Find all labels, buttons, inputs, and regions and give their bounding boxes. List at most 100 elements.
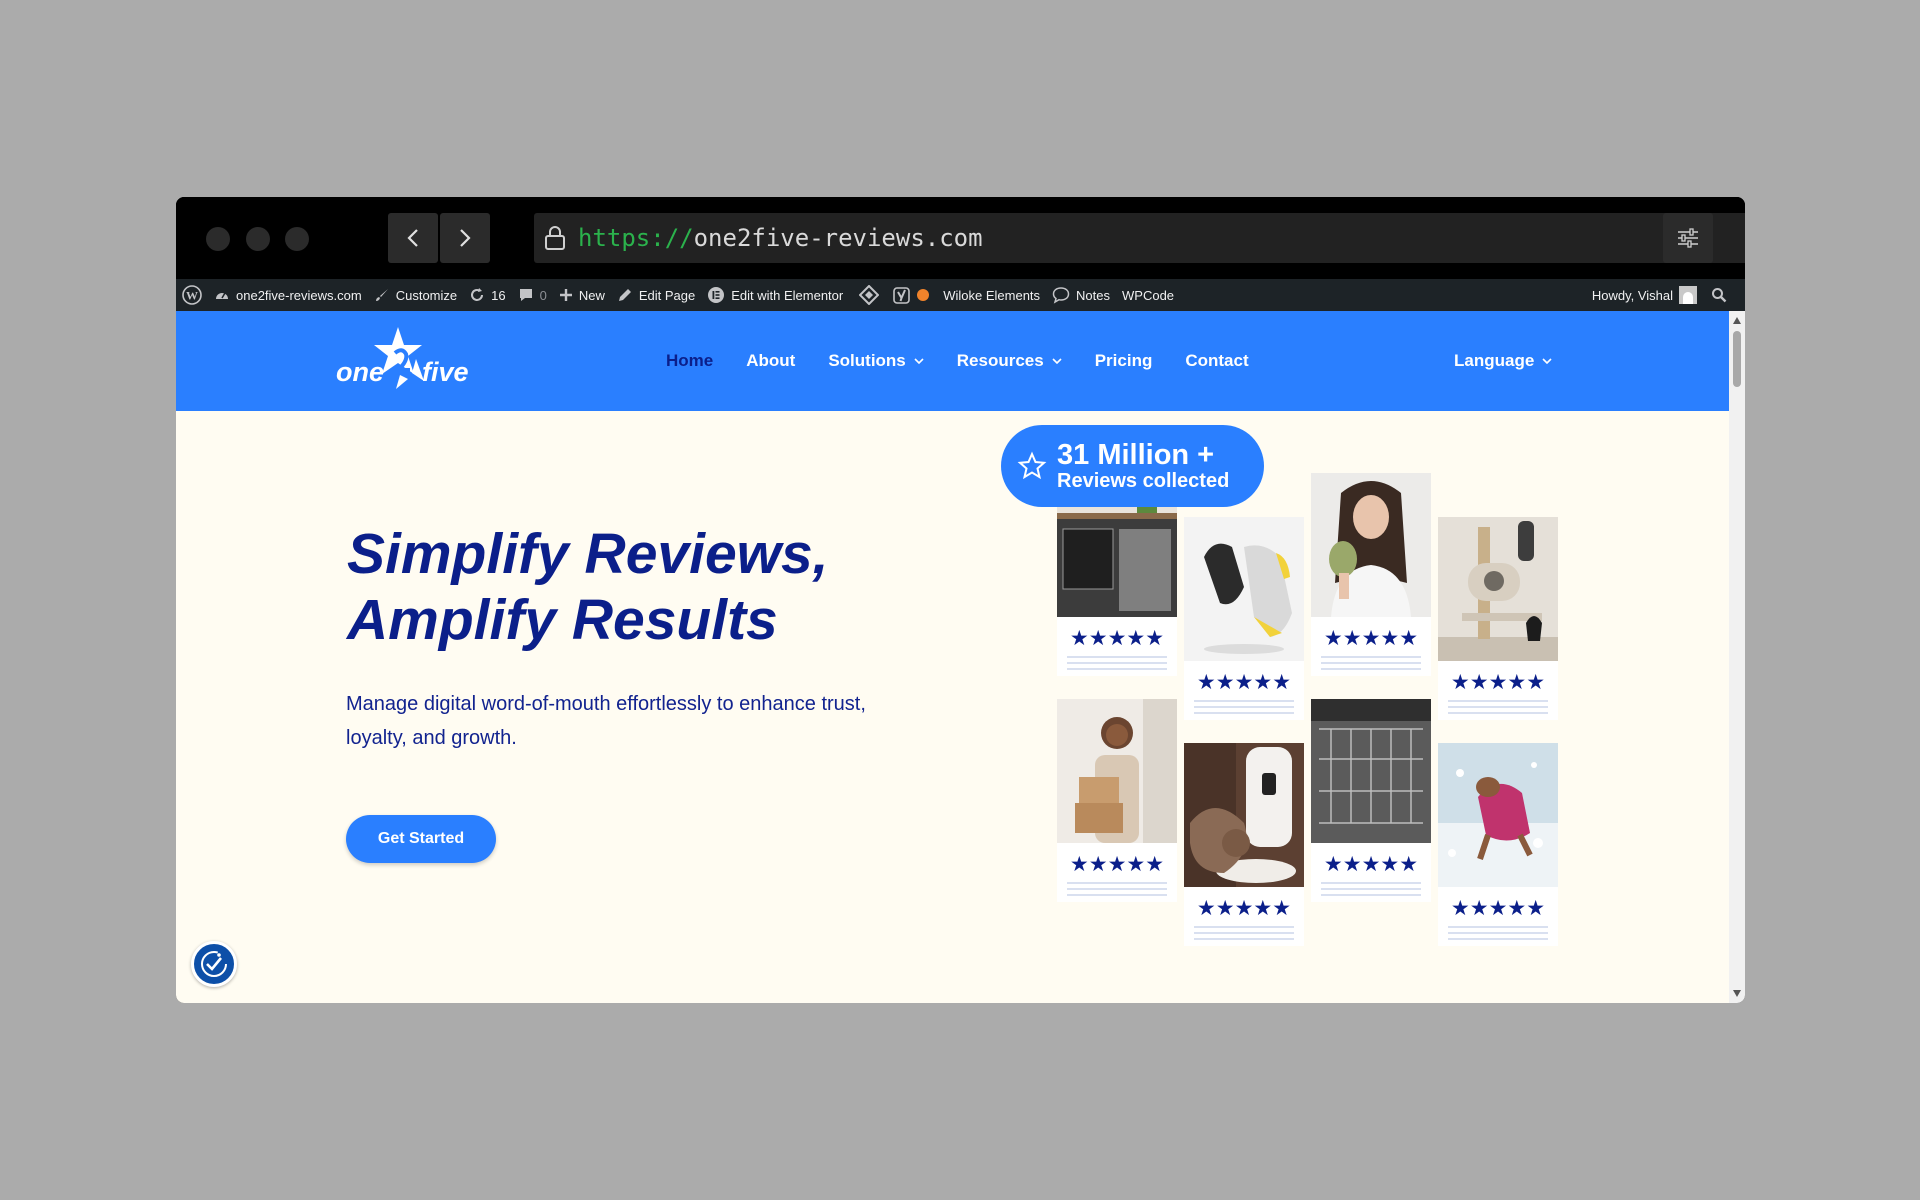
browser-chrome: https://one2five-reviews.com bbox=[176, 197, 1745, 279]
window-minimize-dot[interactable] bbox=[246, 227, 270, 251]
nav-contact[interactable]: Contact bbox=[1185, 351, 1248, 371]
hero-title-line-1: Simplify Reviews, bbox=[347, 522, 829, 586]
adminbar-edit-page-label: Edit Page bbox=[638, 287, 696, 303]
review-text-lines bbox=[1057, 654, 1177, 676]
url-host: one2five-reviews.com bbox=[693, 224, 983, 252]
one2five-logo-icon: one five bbox=[336, 327, 469, 389]
adminbar-my-account[interactable]: Howdy, Vishal bbox=[1592, 279, 1697, 311]
url-text: https://one2five-reviews.com bbox=[578, 224, 983, 252]
review-text-lines bbox=[1184, 698, 1304, 720]
accessibility-widget-button[interactable] bbox=[191, 941, 237, 987]
review-text-lines bbox=[1438, 924, 1558, 946]
hero-title: Simplify Reviews, Amplify Results bbox=[347, 521, 907, 653]
review-card: ★★★★★ bbox=[1184, 517, 1304, 720]
avatar bbox=[1679, 286, 1697, 304]
review-card: ★★★★★ bbox=[1311, 473, 1431, 676]
svg-text:W: W bbox=[186, 289, 198, 303]
nav-home[interactable]: Home bbox=[666, 351, 713, 371]
star-rating: ★★★★★ bbox=[1450, 897, 1546, 920]
star-rating: ★★★★★ bbox=[1069, 627, 1165, 650]
star-rating: ★★★★★ bbox=[1450, 671, 1546, 694]
review-card: ★★★★★ bbox=[1311, 699, 1431, 902]
wp-logo-menu[interactable]: W bbox=[182, 279, 202, 311]
back-button[interactable] bbox=[388, 213, 438, 263]
star-rating: ★★★★★ bbox=[1323, 627, 1419, 650]
adminbar-updates[interactable]: 16 bbox=[469, 279, 506, 311]
star-rating: ★★★★★ bbox=[1196, 897, 1292, 920]
site-logo[interactable]: one five bbox=[334, 323, 474, 399]
adminbar-wiloke[interactable]: Wiloke Elements bbox=[943, 279, 1040, 311]
nav-solutions[interactable]: Solutions bbox=[828, 351, 924, 371]
yoast-icon bbox=[893, 287, 911, 304]
review-text-lines bbox=[1311, 654, 1431, 676]
paintbrush-icon bbox=[375, 289, 388, 301]
adminbar-edit-page[interactable]: Edit Page bbox=[617, 279, 695, 311]
nav-home-label: Home bbox=[666, 351, 714, 370]
nav-about-label: About bbox=[746, 351, 796, 370]
scroll-down-arrow-icon[interactable] bbox=[1733, 990, 1741, 997]
scroll-thumb[interactable] bbox=[1733, 331, 1741, 387]
window-maximize-dot[interactable] bbox=[285, 227, 309, 251]
scroll-up-arrow-icon[interactable] bbox=[1733, 317, 1741, 324]
adminbar-comments-count: 0 bbox=[539, 287, 547, 303]
adminbar-new[interactable]: New bbox=[559, 279, 605, 311]
cat-feeder-image bbox=[1184, 743, 1304, 887]
nav-pricing-label: Pricing bbox=[1094, 351, 1153, 370]
review-text-lines bbox=[1438, 698, 1558, 720]
dog-in-snow-image bbox=[1438, 743, 1558, 887]
hero-subtitle: Manage digital word-of-mouth effortlessl… bbox=[346, 693, 866, 749]
badge-title: 31 Million + bbox=[1057, 439, 1215, 471]
page-scrollbar[interactable] bbox=[1729, 311, 1745, 1003]
chevron-down-icon bbox=[1542, 358, 1552, 364]
plus-icon bbox=[559, 289, 572, 301]
adminbar-customize[interactable]: Customize bbox=[374, 279, 457, 311]
wordpress-icon: W bbox=[182, 285, 202, 305]
seo-status-dot bbox=[917, 289, 930, 301]
adminbar-customize-label: Customize bbox=[395, 287, 458, 303]
review-card: ★★★★★ bbox=[1438, 517, 1558, 720]
adminbar-diamond-plugin[interactable] bbox=[859, 279, 880, 311]
adminbar-wpcode[interactable]: WPCode bbox=[1122, 279, 1174, 311]
adminbar-wpcode-label: WPCode bbox=[1122, 287, 1175, 303]
chevron-right-icon bbox=[460, 229, 471, 247]
dishwasher-rack-image bbox=[1311, 699, 1431, 843]
review-text-lines bbox=[1311, 880, 1431, 902]
nav-resources-label: Resources bbox=[956, 351, 1044, 370]
running-shoe-image bbox=[1184, 517, 1304, 661]
adminbar-howdy-label: Howdy, Vishal bbox=[1591, 287, 1673, 303]
search-icon bbox=[1712, 288, 1727, 303]
star-outline-icon bbox=[1017, 451, 1047, 480]
nav-contact-label: Contact bbox=[1185, 351, 1249, 370]
review-card: ★★★★★ bbox=[1438, 743, 1558, 946]
comment-bubble-icon bbox=[519, 289, 532, 301]
browser-settings-button[interactable] bbox=[1663, 213, 1713, 263]
adminbar-edit-elementor-label: Edit with Elementor bbox=[731, 287, 844, 303]
adminbar-edit-elementor[interactable]: Edit with Elementor bbox=[707, 279, 843, 311]
adminbar-search[interactable] bbox=[1711, 279, 1727, 311]
language-switcher[interactable]: Language bbox=[1454, 311, 1552, 411]
language-label: Language bbox=[1454, 351, 1535, 370]
lock-icon bbox=[545, 226, 565, 250]
adminbar-site-link[interactable]: one2five-reviews.com bbox=[214, 279, 362, 311]
svg-text:five: five bbox=[422, 357, 469, 387]
review-text-lines bbox=[1057, 880, 1177, 902]
adminbar-notes[interactable]: Notes bbox=[1052, 279, 1110, 311]
adminbar-new-label: New bbox=[578, 287, 605, 303]
nav-pricing[interactable]: Pricing bbox=[1095, 351, 1153, 371]
get-started-button[interactable]: Get Started bbox=[346, 815, 496, 863]
chevron-down-icon bbox=[1052, 358, 1062, 364]
forward-button[interactable] bbox=[440, 213, 490, 263]
review-card: ★★★★★ bbox=[1184, 743, 1304, 946]
reviews-count-badge: 31 Million + Reviews collected bbox=[1001, 425, 1264, 507]
speech-bubble-icon bbox=[1052, 287, 1070, 304]
woman-with-sponge-image bbox=[1311, 473, 1431, 617]
window-close-dot[interactable] bbox=[206, 227, 230, 251]
nav-about[interactable]: About bbox=[746, 351, 795, 371]
adminbar-comments[interactable]: 0 bbox=[518, 279, 547, 311]
star-rating: ★★★★★ bbox=[1196, 671, 1292, 694]
address-bar[interactable]: https://one2five-reviews.com bbox=[534, 213, 1745, 263]
star-rating: ★★★★★ bbox=[1323, 853, 1419, 876]
nav-resources[interactable]: Resources bbox=[957, 351, 1062, 371]
adminbar-yoast[interactable] bbox=[893, 279, 930, 311]
refresh-icon bbox=[471, 288, 484, 301]
